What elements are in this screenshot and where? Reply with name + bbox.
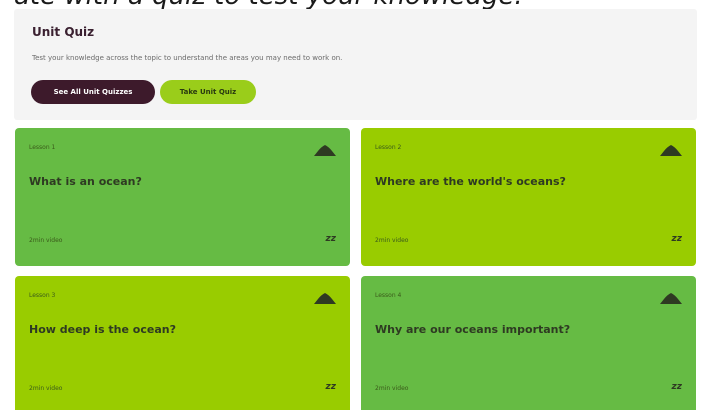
quiz-description: Test your knowledge across the topic to … — [32, 54, 343, 62]
mound-icon — [314, 145, 336, 156]
lesson-card-3[interactable]: Lesson 3 How deep is the ocean? 2min vid… — [15, 276, 350, 410]
lesson-number: Lesson 4 — [375, 292, 402, 299]
lesson-number: Lesson 3 — [29, 292, 56, 299]
see-all-unit-quizzes-button[interactable]: See All Unit Quizzes — [31, 80, 155, 104]
mound-icon — [660, 293, 682, 304]
lesson-duration: 2min video — [29, 237, 63, 244]
snooze-icon: zz — [325, 234, 336, 244]
unit-quiz-panel: Unit Quiz Test your knowledge across the… — [14, 9, 697, 120]
lesson-title: What is an ocean? — [29, 175, 142, 188]
lesson-duration: 2min video — [29, 385, 63, 392]
take-unit-quiz-button[interactable]: Take Unit Quiz — [160, 80, 256, 104]
lesson-card-2[interactable]: Lesson 2 Where are the world's oceans? 2… — [361, 128, 696, 266]
mound-icon — [314, 293, 336, 304]
lesson-duration: 2min video — [375, 385, 409, 392]
lesson-title: Where are the world's oceans? — [375, 175, 566, 188]
page-caption: ate with a quiz to test your knowledge. — [14, 0, 523, 9]
quiz-title: Unit Quiz — [32, 25, 95, 39]
snooze-icon: zz — [325, 382, 336, 392]
page: ate with a quiz to test your knowledge. … — [0, 0, 711, 410]
mound-icon — [660, 145, 682, 156]
lesson-number: Lesson 1 — [29, 144, 56, 151]
lesson-duration: 2min video — [375, 237, 409, 244]
lesson-number: Lesson 2 — [375, 144, 402, 151]
lesson-card-4[interactable]: Lesson 4 Why are our oceans important? 2… — [361, 276, 696, 410]
lesson-title: Why are our oceans important? — [375, 323, 571, 336]
snooze-icon: zz — [671, 382, 682, 392]
lesson-card-1[interactable]: Lesson 1 What is an ocean? 2min video zz — [15, 128, 350, 266]
snooze-icon: zz — [671, 234, 682, 244]
lesson-title: How deep is the ocean? — [29, 323, 176, 336]
